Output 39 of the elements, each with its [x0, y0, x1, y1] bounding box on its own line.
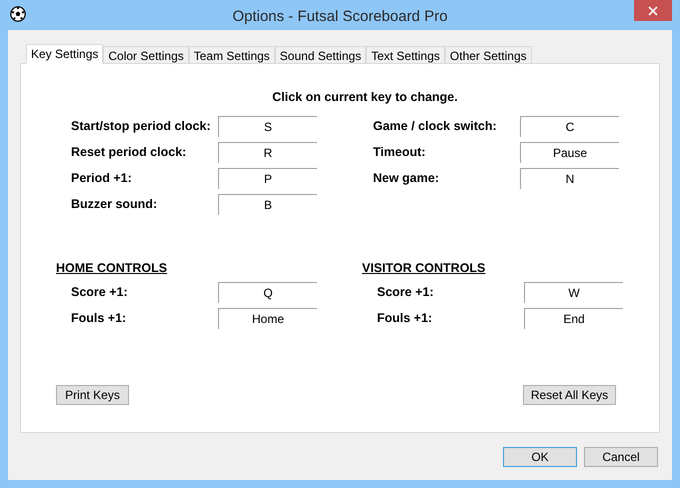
close-icon	[648, 6, 658, 16]
window-title: Options - Futsal Scoreboard Pro	[231, 7, 449, 27]
key-label: Game / clock switch:	[373, 118, 498, 135]
tab[interactable]: Team Settings	[188, 46, 275, 63]
key-label: Period +1:	[71, 170, 133, 187]
tab[interactable]: Sound Settings	[274, 46, 366, 63]
tab[interactable]: Other Settings	[444, 46, 532, 63]
reset-keys-button[interactable]: Reset All Keys	[523, 384, 616, 404]
key-label: New game:	[373, 170, 440, 187]
soccer-ball-icon	[10, 6, 26, 22]
key-label: Reset period clock:	[71, 144, 188, 161]
section-heading: VISITOR CONTROLS	[362, 260, 486, 277]
key-label: Fouls +1:	[377, 310, 434, 327]
key-field[interactable]: Home	[218, 308, 317, 328]
key-label: Score +1:	[71, 284, 129, 301]
key-label: Timeout:	[373, 144, 427, 161]
key-field[interactable]: R	[218, 142, 317, 163]
key-label: Fouls +1:	[71, 310, 128, 327]
tab[interactable]: Text Settings	[366, 46, 445, 63]
tab[interactable]: Key Settings	[26, 44, 104, 64]
key-label: Start/stop period clock:	[71, 118, 212, 135]
dialog-button[interactable]: OK	[503, 447, 577, 467]
key-field[interactable]: P	[218, 168, 317, 189]
key-field[interactable]: B	[218, 194, 317, 215]
print-keys-button[interactable]: Print Keys	[56, 384, 129, 404]
tab[interactable]: Color Settings	[103, 46, 189, 63]
key-field[interactable]: S	[218, 116, 317, 137]
key-label: Buzzer sound:	[71, 196, 158, 213]
dialog-button[interactable]: Cancel	[584, 447, 658, 467]
instruction: Click on current key to change.	[271, 89, 458, 106]
key-field[interactable]: N	[520, 168, 619, 189]
key-field[interactable]: C	[520, 116, 619, 137]
close-button[interactable]	[634, 0, 672, 21]
key-field[interactable]: Q	[218, 282, 317, 302]
key-field[interactable]: W	[524, 282, 623, 302]
key-label: Score +1:	[377, 284, 435, 301]
section-heading: HOME CONTROLS	[56, 260, 168, 277]
key-field[interactable]: End	[524, 308, 623, 328]
key-field[interactable]: Pause	[520, 142, 619, 163]
